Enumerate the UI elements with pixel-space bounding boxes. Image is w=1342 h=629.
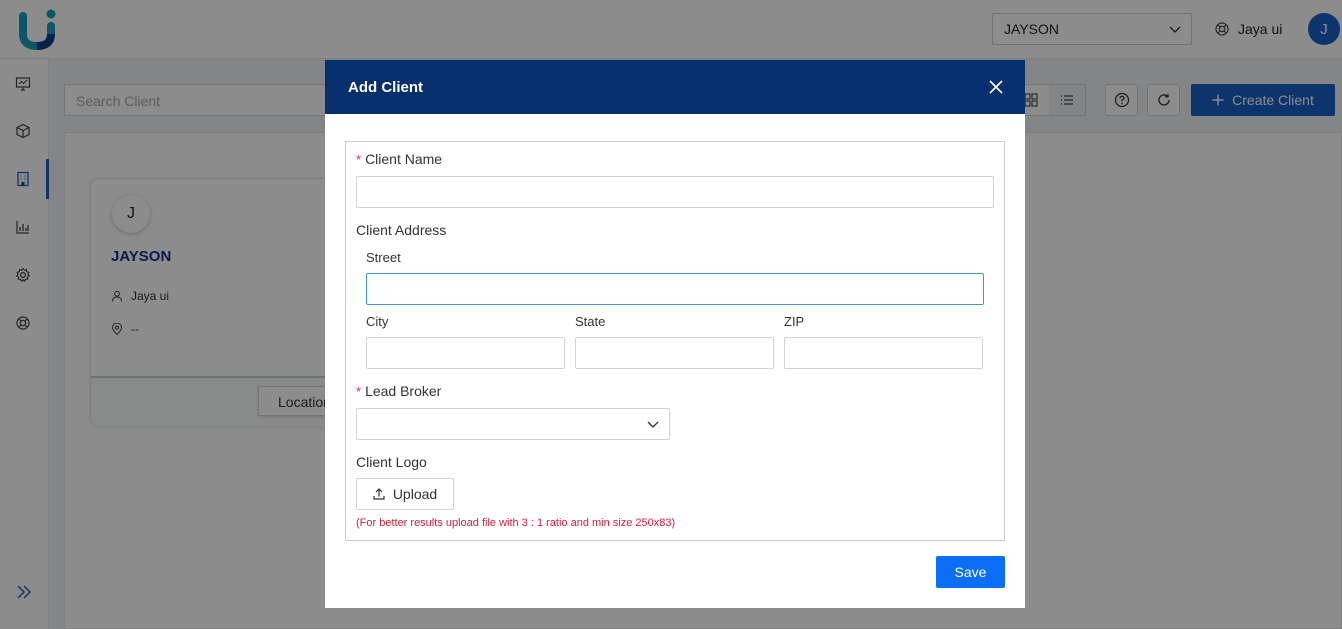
client-name-label: * Client Name bbox=[356, 151, 442, 167]
city-input[interactable] bbox=[366, 337, 565, 369]
modal-title: Add Client bbox=[348, 79, 423, 96]
upload-button[interactable]: Upload bbox=[356, 478, 454, 510]
street-label: Street bbox=[366, 250, 401, 265]
modal-header: Add Client bbox=[325, 60, 1025, 114]
client-address-label: Client Address bbox=[356, 222, 447, 238]
required-mark: * bbox=[356, 384, 362, 399]
chevron-down-icon bbox=[647, 421, 659, 428]
state-input[interactable] bbox=[575, 337, 774, 369]
required-mark: * bbox=[356, 152, 362, 167]
upload-icon bbox=[373, 488, 385, 500]
lead-broker-label-text: Lead Broker bbox=[365, 383, 442, 399]
client-name-input[interactable] bbox=[356, 176, 994, 208]
upload-hint: (For better results upload file with 3 :… bbox=[356, 517, 676, 529]
state-label: State bbox=[575, 314, 606, 329]
save-button[interactable]: Save bbox=[936, 556, 1005, 588]
client-name-label-text: Client Name bbox=[365, 151, 443, 167]
street-input[interactable] bbox=[366, 273, 984, 305]
close-icon[interactable] bbox=[987, 78, 1005, 96]
lead-broker-label: * Lead Broker bbox=[356, 383, 441, 399]
add-client-modal: Add Client * Client Name Client Address S… bbox=[325, 60, 1025, 608]
zip-label: ZIP bbox=[784, 314, 805, 329]
client-form: * Client Name Client Address Street City … bbox=[345, 141, 1005, 541]
zip-input[interactable] bbox=[784, 337, 983, 369]
client-logo-label: Client Logo bbox=[356, 454, 427, 470]
upload-label: Upload bbox=[392, 486, 438, 502]
lead-broker-select[interactable] bbox=[356, 408, 670, 440]
city-label: City bbox=[366, 314, 389, 329]
